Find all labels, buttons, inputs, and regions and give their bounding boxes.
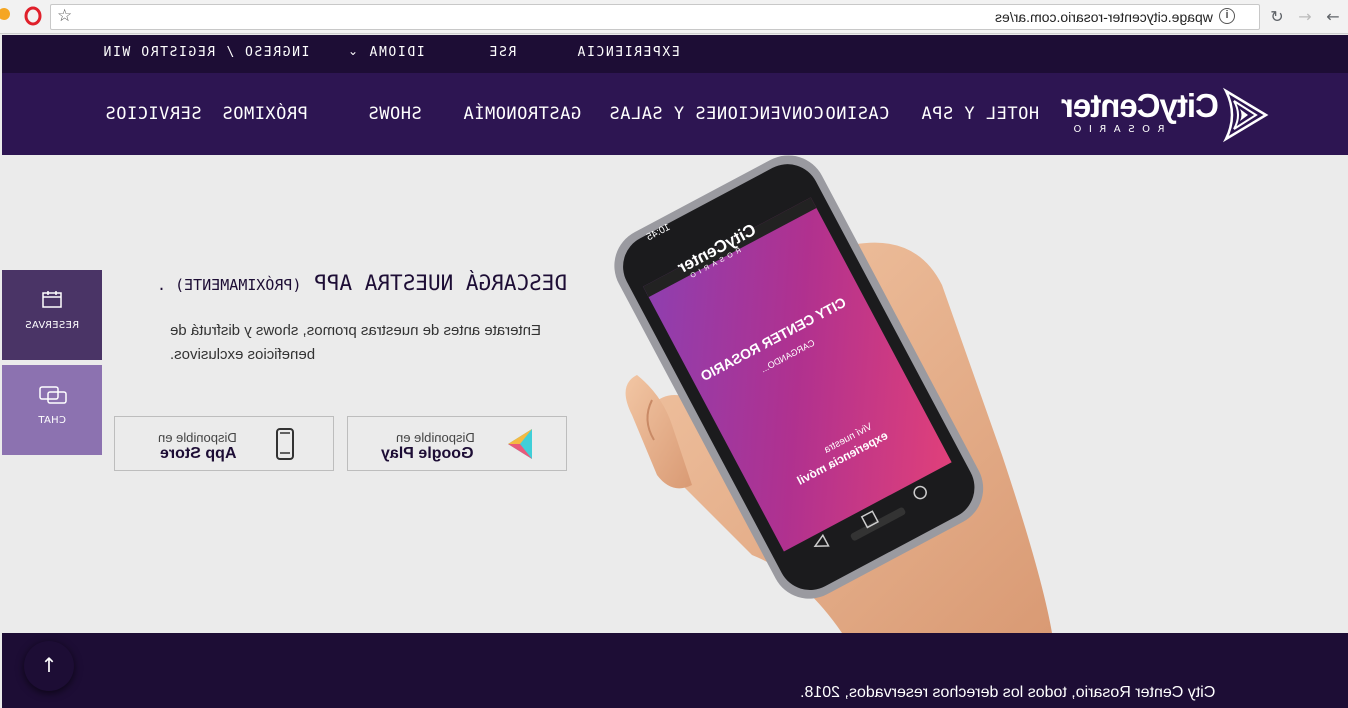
nav-item-casino[interactable]: CASINO — [825, 104, 889, 124]
nav-item-promociones[interactable]: PRÓXIMOS — [222, 104, 308, 124]
browser-toolbar: ☆ wpage.citycenter-rosario.com.ar/es i ↻… — [0, 0, 1348, 34]
app-store-button[interactable]: Disponible en App Store — [114, 416, 334, 471]
hero-title: DESCARGÁ NUESTRA APP (PRÓXIMAMENTE) . — [157, 271, 567, 295]
experiencia-link[interactable]: EXPERIENCIA — [576, 45, 680, 60]
logo-wordmark: CityCenter — [1062, 87, 1219, 124]
info-icon[interactable]: i — [1219, 8, 1235, 24]
reservas-label: RESERVAS — [24, 320, 80, 331]
google-play-icon — [508, 429, 532, 459]
hero-title-note: (PRÓXIMAMENTE) . — [156, 276, 302, 294]
nav-item-hotel[interactable]: HOTEL Y SPA — [921, 104, 1039, 124]
google-play-small: Disponible en — [396, 430, 475, 445]
address-bar[interactable]: ☆ wpage.citycenter-rosario.com.ar/es i — [50, 4, 1260, 30]
nav-item-convenciones[interactable]: CONVENCIONES Y SALAS — [609, 104, 824, 124]
chat-button[interactable]: CHAT — [2, 365, 102, 455]
app-store-label: App Store — [160, 445, 237, 462]
footer: ↑ City Center Rosario, todos los derecho… — [2, 633, 1348, 708]
scroll-to-top-icon[interactable]: ↑ — [24, 641, 74, 691]
main-nav: SERVICIOS PRÓXIMOS SHOWS GASTRONOMÍA CON… — [2, 73, 1348, 155]
app-store-small: Disponible en — [158, 430, 237, 445]
nav-item-servicios[interactable]: SERVICIOS — [105, 104, 202, 124]
rse-link[interactable]: RSE — [488, 45, 516, 60]
arrow-left-icon[interactable]: ← — [1322, 6, 1344, 28]
language-menu[interactable]: IDIOMA — [368, 45, 425, 60]
hero-section: 10:45 CityCenter ROSARIO CITY CENTER ROS… — [2, 155, 1348, 633]
star-icon[interactable]: ☆ — [57, 6, 72, 26]
hero-title-main: DESCARGÁ NUESTRA APP — [314, 271, 567, 295]
utility-bar: INGRESO / REGISTRO WIN ⌄ IDIOMA RSE EXPE… — [2, 35, 1348, 73]
phone-in-hand-image — [614, 155, 1052, 633]
chat-label: CHAT — [38, 415, 66, 426]
logo-subtitle: ROSARIO — [1066, 124, 1165, 135]
reservas-button[interactable]: RESERVAS — [2, 270, 102, 360]
footer-copyright: City Center Rosario, todos los derechos … — [800, 684, 1216, 701]
google-play-label: Google Play — [381, 445, 474, 462]
reload-icon[interactable]: ↻ — [1266, 6, 1288, 28]
logo-emblem-icon — [1222, 87, 1269, 143]
arrow-right-icon[interactable]: → — [1294, 6, 1316, 28]
url-text[interactable]: wpage.citycenter-rosario.com.ar/es — [995, 9, 1213, 25]
opera-icon[interactable] — [22, 6, 44, 28]
opera-icon[interactable] — [0, 6, 12, 28]
google-play-button[interactable]: Disponible en Google Play — [347, 416, 567, 471]
hero-description: Enterate antes de nuestras promos, shows… — [170, 322, 542, 363]
nav-item-gastronomia[interactable]: GASTRONOMÍA — [463, 104, 581, 124]
nav-item-shows[interactable]: SHOWS — [368, 104, 422, 124]
login-link[interactable]: INGRESO / REGISTRO WIN — [102, 45, 309, 60]
citycenter-logo[interactable]: CityCenter ROSARIO — [1060, 87, 1270, 143]
chat-icon — [39, 386, 67, 404]
chevron-down-icon[interactable]: ⌄ — [348, 44, 358, 58]
phone-icon — [276, 428, 294, 460]
calendar-icon — [42, 291, 62, 308]
